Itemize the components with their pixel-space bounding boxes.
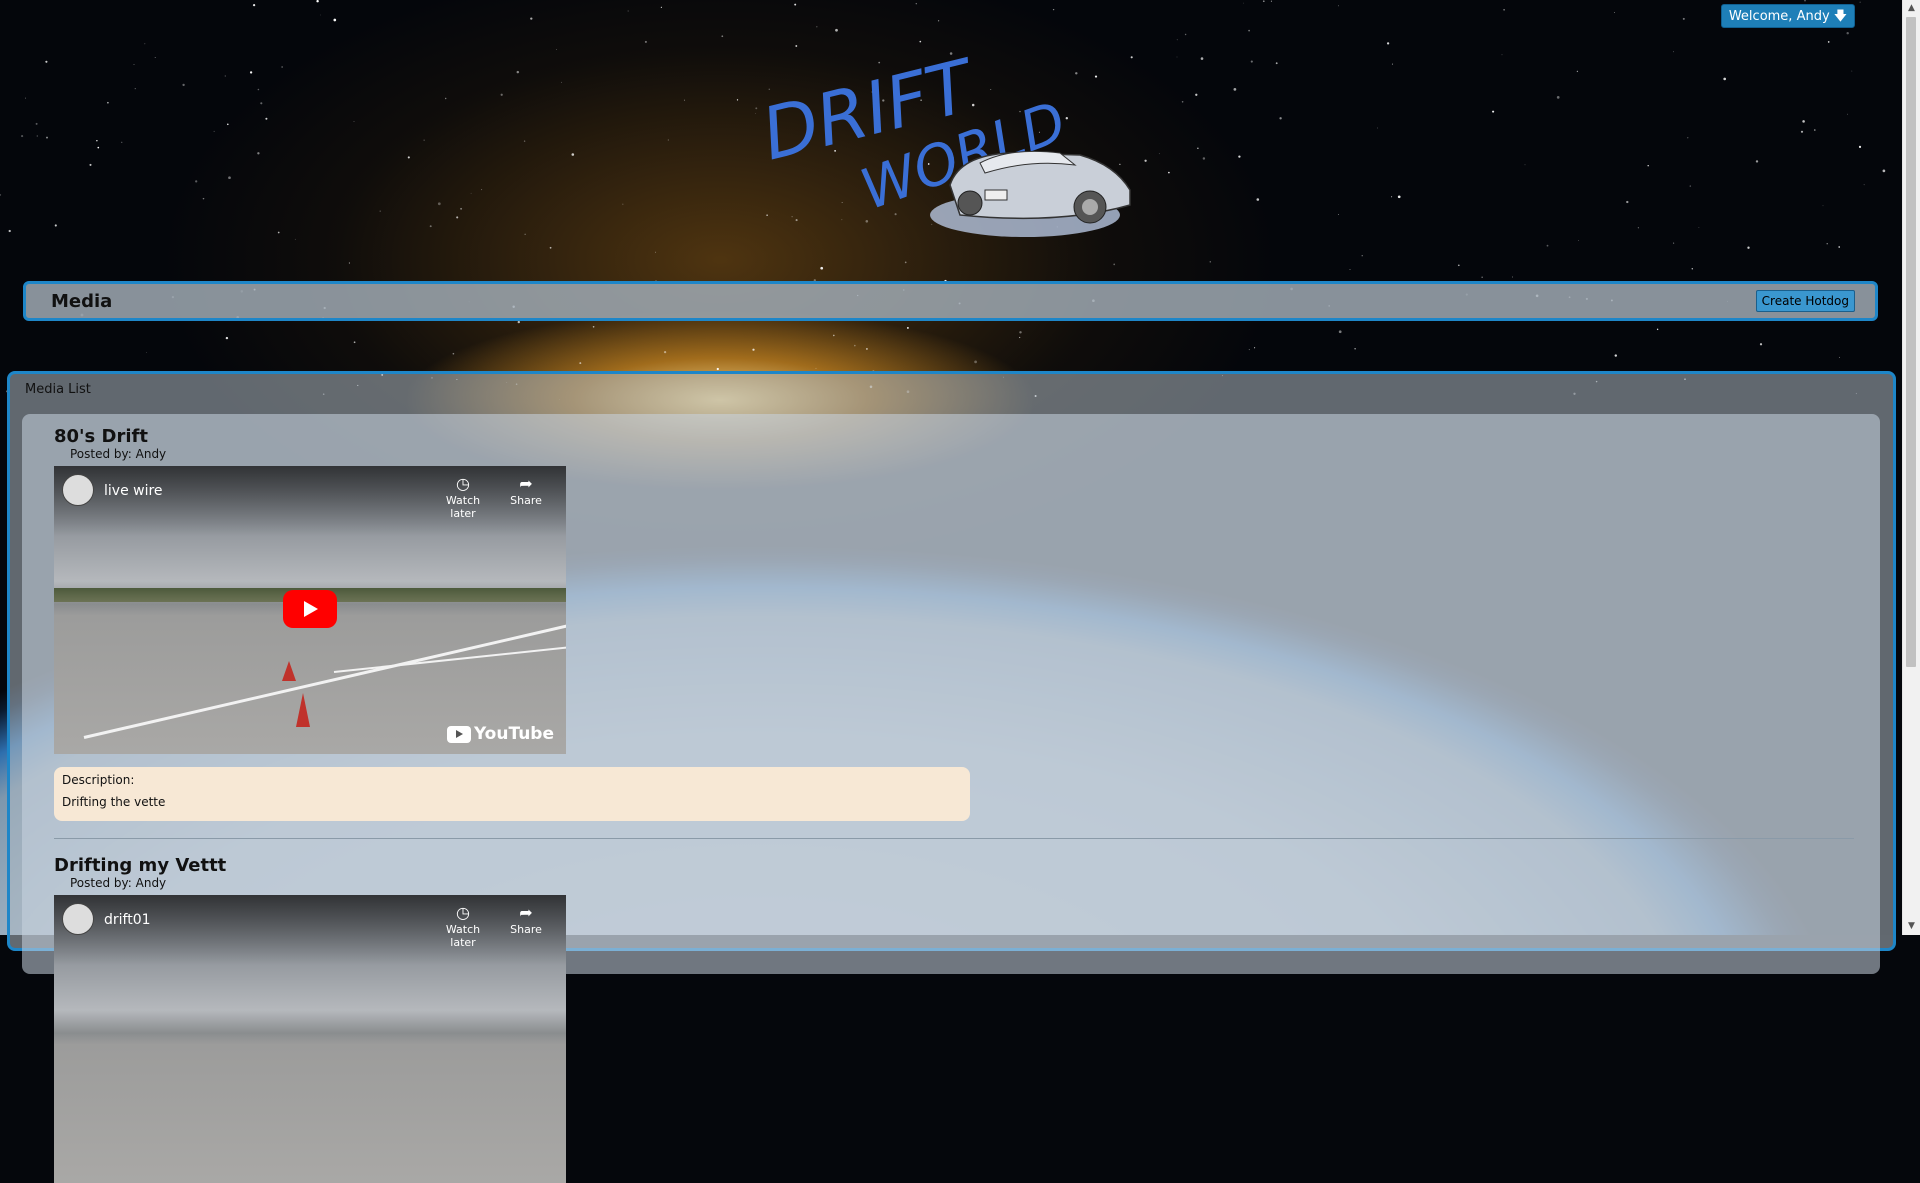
youtube-play-icon bbox=[446, 725, 471, 743]
media-list-panel: Media List 80's Drift Posted by: Andy li… bbox=[7, 371, 1896, 1183]
traffic-cone bbox=[296, 693, 310, 727]
page-title: Media bbox=[51, 291, 113, 312]
traffic-cone bbox=[282, 661, 296, 681]
media-list-label: Media List bbox=[25, 382, 91, 397]
share-button[interactable]: ➦ Share bbox=[500, 903, 552, 936]
youtube-video-embed[interactable]: drift01 ◷ Watch later ➦ Share bbox=[54, 895, 566, 1183]
post-divider bbox=[54, 838, 1854, 839]
media-list-container: 80's Drift Posted by: Andy live wire ◷ Wa… bbox=[22, 414, 1880, 1183]
scrollbar-thumb[interactable] bbox=[1906, 17, 1916, 667]
create-hotdog-button[interactable]: Create Hotdog bbox=[1755, 290, 1855, 312]
drift-world-logo: DRIFT WORLD bbox=[760, 50, 1131, 237]
media-post: 80's Drift Posted by: Andy live wire ◷ Wa… bbox=[54, 426, 1854, 839]
page-header-bar: Media Create Hotdog bbox=[23, 281, 1878, 321]
channel-name[interactable]: drift01 bbox=[104, 912, 151, 928]
scroll-up-arrow-icon[interactable]: ▲ bbox=[1903, 0, 1920, 17]
youtube-video-embed[interactable]: live wire ◷ Watch later ➦ Share YouTube bbox=[54, 466, 566, 754]
channel-avatar[interactable] bbox=[62, 474, 94, 506]
share-button[interactable]: ➦ Share bbox=[500, 474, 552, 507]
post-author: Posted by: Andy bbox=[70, 876, 167, 890]
watch-later-button[interactable]: ◷ Watch later bbox=[437, 903, 489, 949]
description-box: Description: Drifting the vette bbox=[54, 767, 970, 821]
post-title: Drifting my Vettt bbox=[54, 855, 227, 876]
channel-name[interactable]: live wire bbox=[104, 483, 163, 499]
share-icon: ➦ bbox=[519, 474, 533, 493]
post-title: 80's Drift bbox=[54, 426, 148, 447]
post-author: Posted by: Andy bbox=[70, 447, 167, 461]
clock-icon: ◷ bbox=[456, 903, 470, 922]
description-text: Drifting the vette bbox=[62, 795, 166, 809]
welcome-user-button[interactable]: Welcome, Andy 🡇 bbox=[1721, 4, 1855, 28]
page-scrollbar[interactable]: ▲ ▼ bbox=[1902, 0, 1920, 935]
play-button[interactable] bbox=[283, 590, 337, 628]
media-post: Drifting my Vettt Posted by: Andy drift0… bbox=[54, 855, 1854, 1183]
scroll-down-arrow-icon[interactable]: ▼ bbox=[1903, 918, 1920, 935]
clock-icon: ◷ bbox=[456, 474, 470, 493]
share-icon: ➦ bbox=[519, 903, 533, 922]
channel-avatar[interactable] bbox=[62, 903, 94, 935]
youtube-logo[interactable]: YouTube bbox=[446, 724, 554, 744]
watch-later-button[interactable]: ◷ Watch later bbox=[437, 474, 489, 520]
description-label: Description: bbox=[62, 773, 135, 787]
